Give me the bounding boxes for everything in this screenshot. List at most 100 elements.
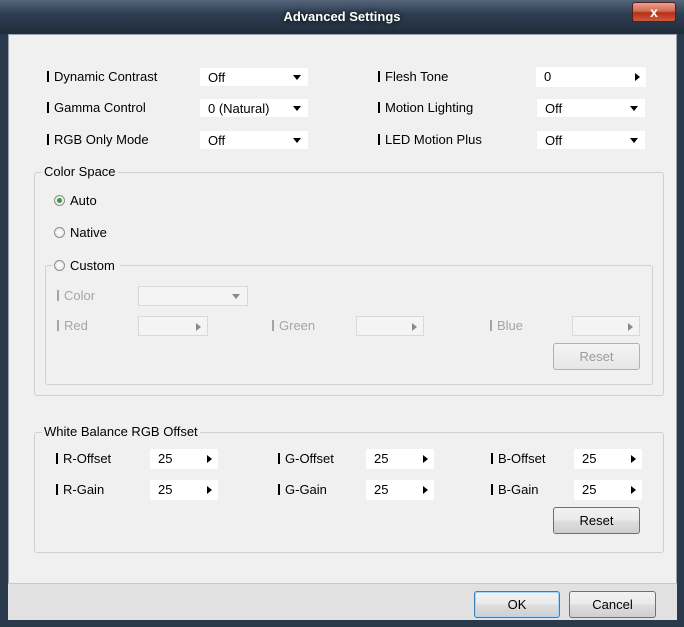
color-space-legend: Color Space	[42, 164, 118, 180]
b-offset-spinner[interactable]: 25	[574, 449, 642, 469]
dialog-title: Advanced Settings	[283, 9, 401, 24]
ok-button[interactable]: OK	[474, 591, 560, 618]
white-balance-group	[34, 432, 664, 553]
chevron-right-icon	[196, 323, 201, 331]
chevron-down-icon	[293, 75, 301, 80]
radio-custom-label: Custom	[70, 258, 115, 273]
title-bar[interactable]: Advanced Settings x	[0, 0, 684, 34]
spin-arrow-button[interactable]	[621, 317, 639, 337]
gamma-control-label: Gamma Control	[47, 99, 146, 117]
dynamic-contrast-label: Dynamic Contrast	[47, 68, 157, 86]
chevron-down-icon	[293, 106, 301, 111]
rgb-only-mode-value: Off	[208, 133, 226, 148]
gamma-control-text: Gamma Control	[54, 100, 146, 115]
label-marker	[56, 453, 58, 464]
gamma-control-select[interactable]: 0 (Natural)	[199, 98, 309, 118]
chevron-right-icon	[412, 323, 417, 331]
color-select[interactable]	[138, 286, 248, 306]
led-motion-plus-select[interactable]: Off	[536, 130, 646, 150]
chevron-right-icon	[628, 323, 633, 331]
label-marker	[47, 134, 49, 145]
r-gain-spinner[interactable]: 25	[150, 480, 218, 500]
label-marker	[491, 453, 493, 464]
r-offset-label: R-Offset	[56, 450, 111, 468]
label-marker	[47, 71, 49, 82]
label-marker	[47, 102, 49, 113]
label-marker	[57, 320, 59, 331]
spin-arrow-button[interactable]	[200, 480, 218, 500]
label-marker	[272, 320, 274, 331]
b-offset-label: B-Offset	[491, 450, 545, 468]
gamma-control-value: 0 (Natural)	[208, 101, 270, 116]
spin-arrow-button[interactable]	[416, 480, 434, 500]
r-gain-text: R-Gain	[63, 482, 105, 497]
b-gain-spinner[interactable]: 25	[574, 480, 642, 500]
white-balance-legend: White Balance RGB Offset	[42, 424, 200, 440]
red-label: Red	[57, 317, 88, 335]
color-reset-button[interactable]: Reset	[553, 343, 640, 370]
r-offset-text: R-Offset	[63, 451, 112, 466]
spin-arrow-button[interactable]	[189, 317, 207, 337]
blue-spinner[interactable]	[572, 316, 640, 336]
chevron-down-icon	[630, 138, 638, 143]
green-text: Green	[279, 318, 316, 333]
radio-icon	[54, 227, 65, 238]
color-text: Color	[64, 288, 96, 303]
green-label: Green	[272, 317, 315, 335]
spin-arrow-button[interactable]	[628, 67, 646, 87]
motion-lighting-select[interactable]: Off	[536, 98, 646, 118]
led-motion-plus-label: LED Motion Plus	[378, 131, 482, 149]
flesh-tone-label: Flesh Tone	[378, 68, 448, 86]
label-marker	[278, 484, 280, 495]
label-marker	[378, 71, 380, 82]
white-balance-reset-button[interactable]: Reset	[553, 507, 640, 534]
chevron-right-icon	[207, 486, 212, 494]
r-offset-spinner[interactable]: 25	[150, 449, 218, 469]
radio-auto-label: Auto	[70, 193, 97, 208]
red-spinner[interactable]	[138, 316, 208, 336]
b-gain-value: 25	[582, 482, 597, 497]
chevron-right-icon	[631, 455, 636, 463]
spin-arrow-button[interactable]	[624, 480, 642, 500]
g-gain-spinner[interactable]: 25	[366, 480, 434, 500]
advanced-settings-dialog: Advanced Settings x Dynamic Contrast Off…	[0, 0, 684, 627]
g-gain-text: G-Gain	[285, 482, 327, 497]
chevron-right-icon	[423, 455, 428, 463]
label-marker	[56, 484, 58, 495]
b-offset-text: B-Offset	[498, 451, 546, 466]
r-offset-value: 25	[158, 451, 173, 466]
cancel-button[interactable]: Cancel	[569, 591, 656, 618]
r-gain-value: 25	[158, 482, 173, 497]
green-spinner[interactable]	[356, 316, 424, 336]
chevron-right-icon	[207, 455, 212, 463]
flesh-tone-text: Flesh Tone	[385, 69, 449, 84]
g-offset-spinner[interactable]: 25	[366, 449, 434, 469]
g-gain-label: G-Gain	[278, 481, 327, 499]
radio-selected-icon	[54, 195, 65, 206]
radio-icon	[54, 260, 65, 271]
spin-arrow-button[interactable]	[624, 449, 642, 469]
rgb-only-mode-text: RGB Only Mode	[54, 132, 149, 147]
dynamic-contrast-value: Off	[208, 70, 226, 85]
spin-arrow-button[interactable]	[405, 317, 423, 337]
chevron-right-icon	[631, 486, 636, 494]
rgb-only-mode-select[interactable]: Off	[199, 130, 309, 150]
flesh-tone-spinner[interactable]: 0	[536, 67, 646, 87]
close-button[interactable]: x	[632, 2, 676, 22]
radio-custom[interactable]: Custom	[52, 257, 120, 275]
radio-native-label: Native	[70, 225, 107, 240]
chevron-right-icon	[423, 486, 428, 494]
dynamic-contrast-text: Dynamic Contrast	[54, 69, 158, 84]
motion-lighting-value: Off	[545, 101, 563, 116]
label-marker	[378, 102, 380, 113]
g-offset-label: G-Offset	[278, 450, 334, 468]
dynamic-contrast-select[interactable]: Off	[199, 67, 309, 87]
g-offset-text: G-Offset	[285, 451, 334, 466]
chevron-down-icon	[630, 106, 638, 111]
spin-arrow-button[interactable]	[416, 449, 434, 469]
spin-arrow-button[interactable]	[200, 449, 218, 469]
label-marker	[57, 290, 59, 301]
blue-label: Blue	[490, 317, 523, 335]
blue-text: Blue	[497, 318, 524, 333]
g-gain-value: 25	[374, 482, 389, 497]
